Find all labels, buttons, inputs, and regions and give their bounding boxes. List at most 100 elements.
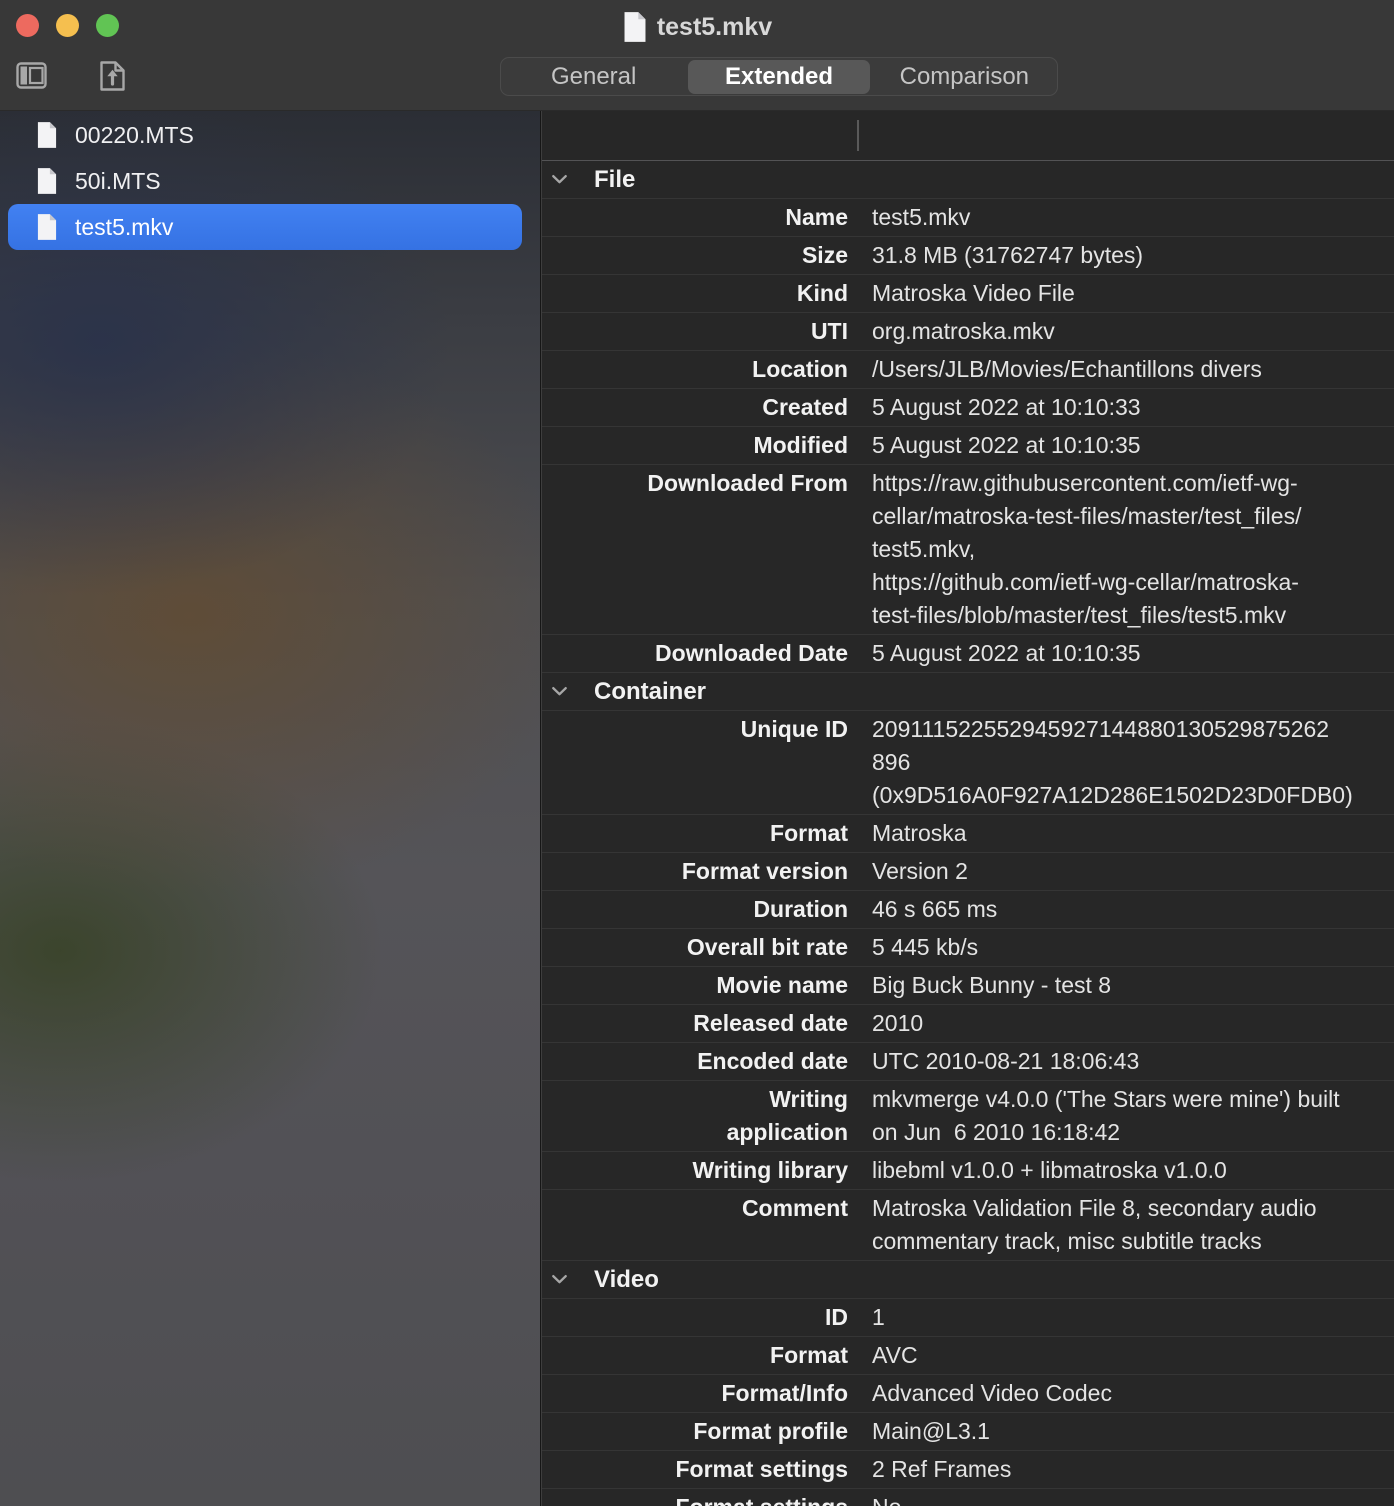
table-header (542, 111, 1394, 161)
file-name: test5.mkv (75, 213, 174, 240)
toggle-sidebar-button[interactable] (16, 62, 47, 92)
row-value: 46 s 665 ms (872, 896, 998, 922)
table-row[interactable]: Location/Users/JLB/Movies/Echantillons d… (542, 351, 1394, 389)
row-label: Format settings (675, 1456, 848, 1482)
table-row[interactable]: Size 31.8 MB (31762747 bytes) (542, 237, 1394, 275)
row-value: Main@L3.1 (872, 1418, 990, 1444)
table-row[interactable]: Name test5.mkv (542, 199, 1394, 237)
row-label: Duration (753, 896, 848, 922)
row-label: ID (825, 1304, 848, 1330)
section-title: Video (594, 1265, 659, 1293)
tab-comparison[interactable]: Comparison (873, 60, 1055, 94)
table-row[interactable]: Writing application mkvmerge v4.0.0 ('The… (542, 1081, 1394, 1152)
row-label: Format settings (542, 1491, 848, 1506)
row-value: Version 2 (872, 858, 968, 884)
row-value: Matroska (872, 820, 967, 846)
table-row[interactable]: Format settings No (542, 1489, 1394, 1506)
table-row[interactable]: Format version Version 2 (542, 853, 1394, 891)
file-name: 00220.MTS (75, 121, 194, 148)
table-row[interactable]: Created 5 August 2022 at 10:10:33 (542, 389, 1394, 427)
row-label: Format version (681, 858, 848, 884)
row-value: test5.mkv (872, 204, 971, 230)
row-label: Modified (753, 432, 848, 458)
tab-extended[interactable]: Extended (687, 59, 871, 94)
chevron-down-icon (551, 1274, 568, 1285)
column-divider (857, 120, 859, 151)
file-item-test5.mkv[interactable]: test5.mkv (8, 204, 522, 250)
document-icon (36, 213, 58, 241)
table-row[interactable]: Downloaded Date 5 August 2022 at 10:10:35 (542, 635, 1394, 673)
row-value: 2 Ref Frames (872, 1456, 1012, 1482)
row-label: Downloaded From (647, 470, 848, 496)
table-row[interactable]: Encoded date UTC 2010-08-21 18:06:43 (542, 1043, 1394, 1081)
row-value: Advanced Video Codec (872, 1380, 1112, 1406)
section-title: Container (594, 677, 707, 705)
row-label: Unique ID (740, 716, 848, 742)
table-row[interactable]: Format profile Main@L3.1 (542, 1413, 1394, 1451)
row-value: Big Buck Bunny - test 8 (872, 972, 1112, 998)
file-name: 50i.MTS (75, 167, 161, 194)
row-label: Location (752, 356, 848, 382)
table-row[interactable]: Writing library libebml v1.0.0 + libmatro… (542, 1152, 1394, 1190)
row-value: 5 445 kb/s (872, 934, 979, 960)
row-label: Encoded date (697, 1048, 848, 1074)
row-label: Created (762, 394, 848, 420)
file-list: 00220.MTS 50i.MTS test5.mkv (0, 111, 540, 250)
table-row[interactable]: UTI org.matroska.mkv (542, 313, 1394, 351)
row-value: mkvmerge v4.0.0 ('The Stars were mine') … (872, 1086, 1340, 1145)
row-label: UTI (810, 318, 848, 344)
table-row[interactable]: Duration 46 s 665 ms (542, 891, 1394, 929)
file-item-00220.mts[interactable]: 00220.MTS (8, 112, 522, 158)
export-icon (99, 61, 126, 95)
section-header-file[interactable]: File (542, 161, 1394, 199)
chevron-down-icon (551, 686, 568, 697)
table-row[interactable]: Movie name Big Buck Bunny - test 8 (542, 967, 1394, 1005)
row-label: Format (770, 1342, 848, 1368)
document-icon (36, 121, 58, 149)
row-label: Writing library (692, 1157, 849, 1183)
table-row[interactable]: Comment Matroska Validation File 8, secon… (542, 1190, 1394, 1261)
row-label: Released date (693, 1010, 848, 1036)
title-row: test5.mkv (0, 7, 1394, 47)
table-row[interactable]: Modified 5 August 2022 at 10:10:35 (542, 427, 1394, 465)
tab-general[interactable]: General (503, 60, 685, 94)
row-value: 5 August 2022 at 10:10:33 (872, 394, 1141, 420)
row-value: 31.8 MB (31762747 bytes) (872, 242, 1144, 268)
chevron-down-icon (551, 174, 568, 185)
table-row[interactable]: Unique ID 2091115225529459271448801305298… (542, 711, 1394, 815)
row-value: 5 August 2022 at 10:10:35 (872, 432, 1141, 458)
table-row[interactable]: Released date 2010 (542, 1005, 1394, 1043)
row-value: libebml v1.0.0 + libmatroska v1.0.0 (872, 1157, 1227, 1183)
file-item-50i.mts[interactable]: 50i.MTS (8, 158, 522, 204)
table-row[interactable]: Format Matroska (542, 815, 1394, 853)
table-row[interactable]: Kind Matroska Video File (542, 275, 1394, 313)
row-label: Size (801, 242, 848, 268)
document-icon (622, 11, 648, 43)
row-value: /Users/JLB/Movies/Echantillons divers (872, 356, 1262, 382)
document-icon (36, 167, 58, 195)
section-header-container[interactable]: Container (542, 673, 1394, 711)
table-row[interactable]: Downloaded From https://raw.githubusercon… (542, 465, 1394, 635)
row-label: Downloaded Date (655, 640, 848, 666)
view-tabs: General Extended Comparison (500, 57, 1058, 96)
table-row[interactable]: Overall bit rate 5 445 kb/s (542, 929, 1394, 967)
toolbar: General Extended Comparison (0, 56, 1394, 98)
table-row[interactable]: Format settings 2 Ref Frames (542, 1451, 1394, 1489)
row-value: https://raw.githubusercontent.com/ietf-w… (872, 470, 1302, 628)
sidebar-toggle-icon (16, 62, 47, 92)
row-value: 209111522552945927144880130529875262 896… (872, 716, 1353, 808)
row-value: AVC (872, 1342, 918, 1368)
row-value: UTC 2010-08-21 18:06:43 (872, 1048, 1140, 1074)
table-row[interactable]: Format/Info Advanced Video Codec (542, 1375, 1394, 1413)
table-row[interactable]: ID 1 (542, 1299, 1394, 1337)
window-title: test5.mkv (656, 12, 773, 41)
sections-container: File Name test5.mkv Size 31.8 MB (31762747 b… (542, 161, 1394, 1506)
section-header-video[interactable]: Video (542, 1261, 1394, 1299)
table-row[interactable]: Format AVC (542, 1337, 1394, 1375)
row-label: Format/Info (721, 1380, 849, 1406)
app-window: test5.mkv General Extended Comparison 00… (0, 0, 1394, 1506)
row-label: Format profile (693, 1418, 848, 1444)
row-value: 5 August 2022 at 10:10:35 (872, 640, 1141, 666)
export-button[interactable] (99, 60, 126, 95)
row-value: Matroska Validation File 8, secondary au… (872, 1195, 1317, 1254)
